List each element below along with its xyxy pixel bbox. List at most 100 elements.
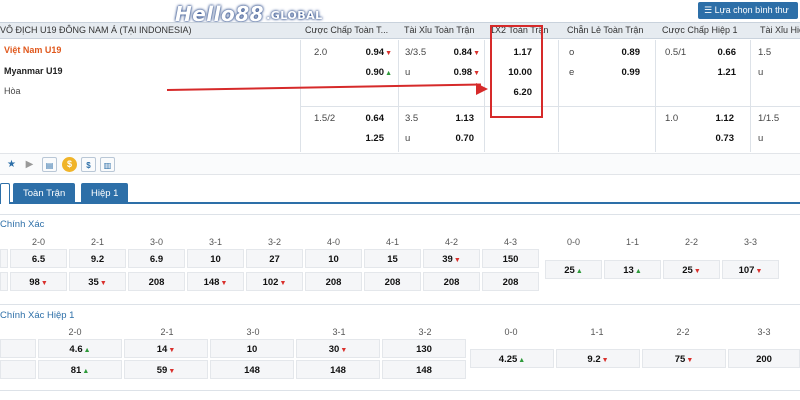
alt-ou-odds-under[interactable]: 0.70 bbox=[440, 132, 475, 146]
cs1-odds[interactable]: 30▼ bbox=[296, 339, 380, 358]
chart-icon[interactable]: ▥ bbox=[100, 157, 115, 172]
h1-ou-line: 1.5 bbox=[758, 47, 772, 58]
alt-hcap-line: 1.5/2 bbox=[314, 113, 336, 124]
cs-odds[interactable]: 9.2 bbox=[69, 249, 126, 268]
cs-odds[interactable]: 150 bbox=[482, 249, 539, 268]
coin-icon[interactable]: $ bbox=[62, 157, 77, 172]
cs1-odds[interactable]: 14▼ bbox=[124, 339, 208, 358]
cs-odds[interactable]: 10 bbox=[305, 249, 362, 268]
ou-under-label: u bbox=[405, 67, 411, 78]
cs-odds[interactable]: 208 bbox=[482, 272, 539, 291]
cs1-odds[interactable]: 59▼ bbox=[124, 360, 208, 379]
ou-odds-under[interactable]: 0.98▼ bbox=[440, 66, 480, 80]
cs-draw-odds[interactable]: 13▲ bbox=[604, 260, 661, 279]
play-icon[interactable]: ▶ bbox=[22, 157, 37, 172]
cs-odds[interactable]: 208 bbox=[423, 272, 480, 291]
alt-h1-ou-under-label: u bbox=[758, 133, 764, 144]
league-title: VÔ ĐỊCH U19 ĐÔNG NAM Á (TẠI INDONESIA) bbox=[0, 25, 192, 35]
alt-ou-odds-over[interactable]: 1.13 bbox=[440, 112, 475, 126]
alt-h1-hcap-odds-away[interactable]: 0.73 bbox=[696, 132, 735, 146]
cs-odds[interactable]: 15 bbox=[364, 249, 421, 268]
cs1-draw-odds[interactable]: 75▼ bbox=[642, 349, 726, 368]
h1-hcap-odds-home[interactable]: 0.66 bbox=[696, 46, 737, 60]
alt-hcap-odds-home[interactable]: 0.64 bbox=[350, 112, 385, 126]
cs1-odds[interactable]: 148 bbox=[210, 360, 294, 379]
col-ou-ft: Tài Xỉu Toàn Trận bbox=[404, 25, 475, 35]
cs1-head: 1-1 bbox=[590, 327, 604, 337]
dollar-icon[interactable]: $ bbox=[81, 157, 96, 172]
alt-h1-hcap-line: 1.0 bbox=[665, 113, 679, 124]
hcap-odds-away[interactable]: 0.90▲ bbox=[350, 66, 392, 80]
cs-odds[interactable]: 6.5 bbox=[10, 249, 67, 268]
cs-head: 2-1 bbox=[90, 237, 104, 247]
cs1-head: 3-3 bbox=[757, 327, 771, 337]
alt-h1-hcap-odds-home[interactable]: 1.12 bbox=[696, 112, 735, 126]
col-handicap-h1: Cược Chấp Hiệp 1 bbox=[662, 25, 738, 35]
cs-head: 3-1 bbox=[208, 237, 222, 247]
cs-odds[interactable]: 208 bbox=[305, 272, 362, 291]
alt-ou-under-label: u bbox=[405, 133, 411, 144]
cs1-draw-odds[interactable]: 4.25▲ bbox=[470, 349, 554, 368]
cs-head: 0-0 bbox=[566, 237, 580, 247]
col-oddeven-ft: Chẵn Lẻ Toàn Trận bbox=[567, 25, 644, 35]
ou-line: 3/3.5 bbox=[405, 47, 427, 58]
tab-first-half[interactable]: Hiệp 1 bbox=[81, 183, 129, 204]
even-odds[interactable]: 0.99 bbox=[600, 66, 641, 80]
filter-button[interactable]: ☰ Lựa chọn bình thư bbox=[698, 2, 798, 19]
h1-hcap-line: 0.5/1 bbox=[665, 47, 687, 58]
cs-odds[interactable]: 39▼ bbox=[423, 249, 480, 268]
cs1-draw-odds[interactable]: 9.2▼ bbox=[556, 349, 640, 368]
cs1-head: 2-2 bbox=[676, 327, 690, 337]
site-logo: Hello88 .GLOBAL bbox=[175, 2, 323, 26]
cs1-odds[interactable]: 148 bbox=[296, 360, 380, 379]
cs1-odds[interactable]: 148 bbox=[382, 360, 466, 379]
team-home: Việt Nam U19 bbox=[4, 45, 62, 55]
tab-full-match[interactable]: Toàn Trận bbox=[13, 183, 76, 204]
cs1-odds[interactable]: 10 bbox=[210, 339, 294, 358]
hcap-odds-home[interactable]: 0.94▼ bbox=[350, 46, 392, 60]
cs1-head: 2-1 bbox=[160, 327, 174, 337]
cs1-odds[interactable]: 130 bbox=[382, 339, 466, 358]
hcap-line: 2.0 bbox=[314, 47, 328, 58]
section-title-correct-score-h1: Chính Xác Hiệp 1 bbox=[0, 310, 75, 321]
cs-odds[interactable]: 10 bbox=[187, 249, 244, 268]
cs-draw-odds[interactable]: 25▲ bbox=[545, 260, 602, 279]
section-title-correct-score: Chính Xác bbox=[0, 219, 45, 230]
ou-odds-over[interactable]: 0.84▼ bbox=[440, 46, 480, 60]
team-draw: Hòa bbox=[4, 86, 21, 96]
cs-odds[interactable]: 208 bbox=[128, 272, 185, 291]
cs1-draw-odds[interactable]: 200 bbox=[728, 349, 800, 368]
cs-odds[interactable]: 6.9 bbox=[128, 249, 185, 268]
h1-hcap-odds-away[interactable]: 1.21 bbox=[696, 66, 737, 80]
annotation-arrow-line bbox=[166, 83, 481, 91]
cs-draw-odds[interactable]: 25▼ bbox=[663, 260, 720, 279]
cs-head: 2-0 bbox=[31, 237, 45, 247]
annotation-arrow-head bbox=[476, 83, 488, 95]
cs-odds[interactable]: 208 bbox=[364, 272, 421, 291]
cs1-head: 2-0 bbox=[68, 327, 82, 337]
cs-odds[interactable]: 98▼ bbox=[10, 272, 67, 291]
odd-odds[interactable]: 0.89 bbox=[600, 46, 641, 60]
alt-ou-line: 3.5 bbox=[405, 113, 419, 124]
cs-head: 4-0 bbox=[326, 237, 340, 247]
cs-head: 3-0 bbox=[149, 237, 163, 247]
cs-odds[interactable]: 27 bbox=[246, 249, 303, 268]
cs-odds[interactable]: 102▼ bbox=[246, 272, 303, 291]
cs-odds[interactable]: 35▼ bbox=[69, 272, 126, 291]
cs1-odds[interactable]: 81▲ bbox=[38, 360, 122, 379]
cs1-head: 3-1 bbox=[332, 327, 346, 337]
cs-head: 3-3 bbox=[743, 237, 757, 247]
star-icon[interactable]: ★ bbox=[4, 157, 19, 172]
cs1-odds[interactable]: 4.6▲ bbox=[38, 339, 122, 358]
col-ou-h1: Tài Xỉu Hiệp 1 bbox=[760, 25, 800, 35]
cs-draw-odds[interactable]: 107▼ bbox=[722, 260, 779, 279]
tab-stub[interactable] bbox=[0, 183, 10, 204]
cs-head: 4-2 bbox=[444, 237, 458, 247]
alt-hcap-odds-away[interactable]: 1.25 bbox=[350, 132, 385, 146]
cs-head: 2-2 bbox=[684, 237, 698, 247]
cs-head: 1-1 bbox=[625, 237, 639, 247]
highlight-box bbox=[490, 25, 543, 118]
stats-box-icon[interactable]: ▤ bbox=[42, 157, 57, 172]
cs-odds[interactable]: 148▼ bbox=[187, 272, 244, 291]
team-away: Myanmar U19 bbox=[4, 66, 63, 76]
